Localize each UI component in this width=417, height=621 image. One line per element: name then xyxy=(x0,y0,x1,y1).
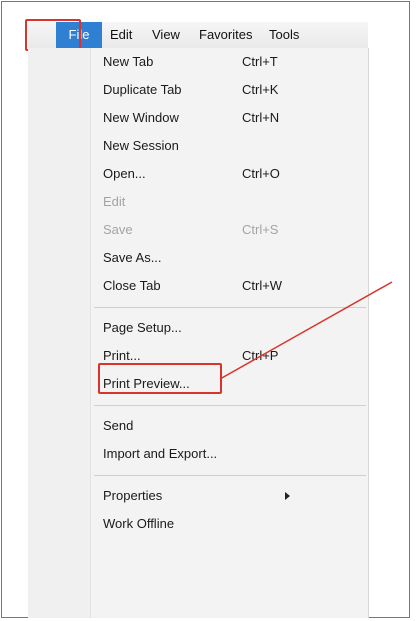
menu-edit[interactable]: Edit xyxy=(110,22,132,48)
menu-item-new-session[interactable]: New Session xyxy=(103,132,179,160)
menu-item-page-setup[interactable]: Page Setup... xyxy=(103,314,182,342)
menu-tools[interactable]: Tools xyxy=(269,22,299,48)
menu-separator xyxy=(94,307,366,308)
menu-item-open[interactable]: Open... xyxy=(103,160,146,188)
menu-item-work-offline[interactable]: Work Offline xyxy=(103,510,174,538)
menu-item-edit: Edit xyxy=(103,194,126,209)
menu-view[interactable]: View xyxy=(152,22,180,48)
shortcut-print: Ctrl+P xyxy=(242,348,279,363)
shortcut-open: Ctrl+O xyxy=(242,166,280,181)
menu-icon-gutter xyxy=(28,48,91,618)
submenu-arrow-icon xyxy=(285,492,290,500)
menu-separator xyxy=(94,405,366,406)
shortcut-new-tab: Ctrl+T xyxy=(242,54,278,69)
file-menu-highlight-box xyxy=(25,19,81,51)
menu-item-close-tab[interactable]: Close Tab xyxy=(103,272,161,300)
shortcut-new-window: Ctrl+N xyxy=(242,110,280,125)
menu-item-new-tab[interactable]: New Tab xyxy=(103,48,153,76)
menu-item-save-as[interactable]: Save As... xyxy=(103,244,162,272)
menu-item-save: Save xyxy=(103,222,133,237)
shortcut-duplicate-tab: Ctrl+K xyxy=(242,82,279,97)
page-setup-highlight-box xyxy=(98,363,222,394)
menu-item-import-export[interactable]: Import and Export... xyxy=(103,440,217,468)
shortcut-close-tab: Ctrl+W xyxy=(242,278,283,293)
menu-item-duplicate-tab[interactable]: Duplicate Tab xyxy=(103,76,182,104)
file-dropdown-menu: New Tab Ctrl+T Duplicate Tab Ctrl+K New … xyxy=(28,48,369,618)
menu-item-properties[interactable]: Properties xyxy=(103,482,162,510)
menu-item-send[interactable]: Send xyxy=(103,412,133,440)
menu-item-new-window[interactable]: New Window xyxy=(103,104,179,132)
shortcut-save: Ctrl+S xyxy=(242,222,279,237)
menu-favorites[interactable]: Favorites xyxy=(199,22,252,48)
menu-separator xyxy=(94,475,366,476)
